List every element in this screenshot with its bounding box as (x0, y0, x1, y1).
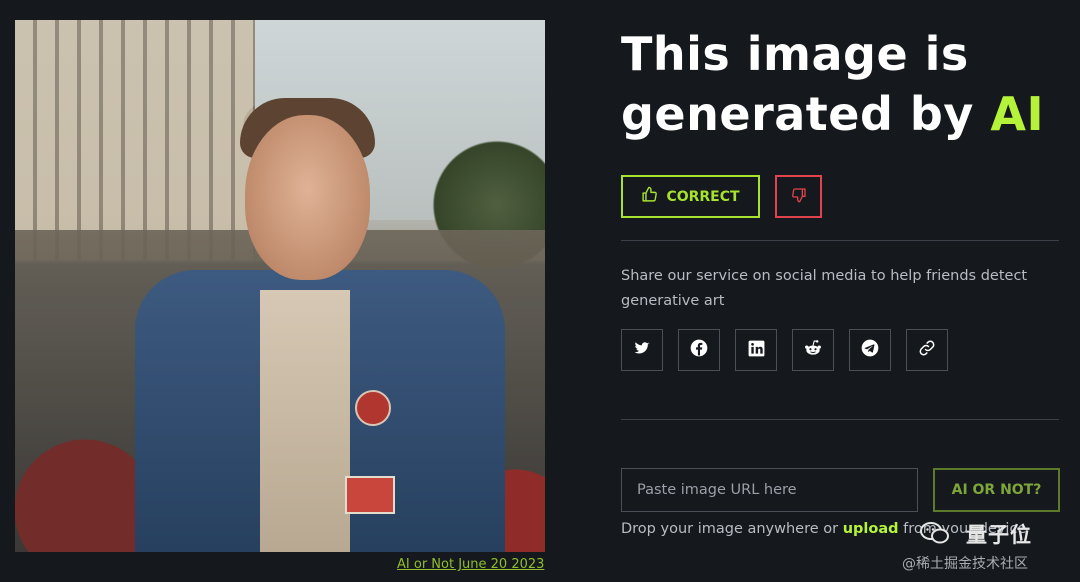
result-headline: This image is generated by AI (621, 24, 1061, 144)
divider (621, 419, 1059, 420)
incorrect-button[interactable] (775, 175, 822, 218)
reddit-icon (803, 338, 823, 362)
twitter-icon (634, 340, 650, 360)
watermark-sub: @稀土掘金技术社区 (902, 556, 1028, 572)
watermark: 量子位 @稀土掘金技术社区 (902, 517, 1070, 579)
share-twitter-button[interactable] (621, 329, 663, 371)
share-linkedin-button[interactable] (735, 329, 777, 371)
wechat-logo-icon (920, 521, 950, 545)
headline-accent: AI (990, 87, 1045, 141)
copy-link-button[interactable] (906, 329, 948, 371)
facebook-icon (689, 338, 709, 362)
thumbs-up-icon (641, 186, 658, 207)
social-share-bar (621, 329, 948, 371)
linkedin-icon (747, 339, 766, 362)
share-facebook-button[interactable] (678, 329, 720, 371)
telegram-icon (860, 338, 880, 362)
share-description: Share our service on social media to hel… (621, 268, 1028, 309)
correct-button[interactable]: CORRECT (621, 175, 760, 218)
link-icon (918, 339, 936, 361)
share-telegram-button[interactable] (849, 329, 891, 371)
correct-label: CORRECT (666, 188, 740, 205)
analyzed-image (15, 20, 545, 552)
image-caption-link[interactable]: AI or Not June 20 2023 (397, 557, 544, 572)
watermark-name: 量子位 (966, 523, 1032, 547)
upload-link[interactable]: upload (843, 521, 899, 537)
headline-text: This image is generated by (621, 27, 991, 141)
divider (621, 240, 1059, 241)
ai-or-not-button[interactable]: AI OR NOT? (933, 468, 1060, 512)
image-url-input[interactable] (621, 468, 918, 512)
thumbs-down-icon (791, 187, 807, 207)
drop-hint-text: Drop your image anywhere or (621, 521, 843, 537)
share-reddit-button[interactable] (792, 329, 834, 371)
